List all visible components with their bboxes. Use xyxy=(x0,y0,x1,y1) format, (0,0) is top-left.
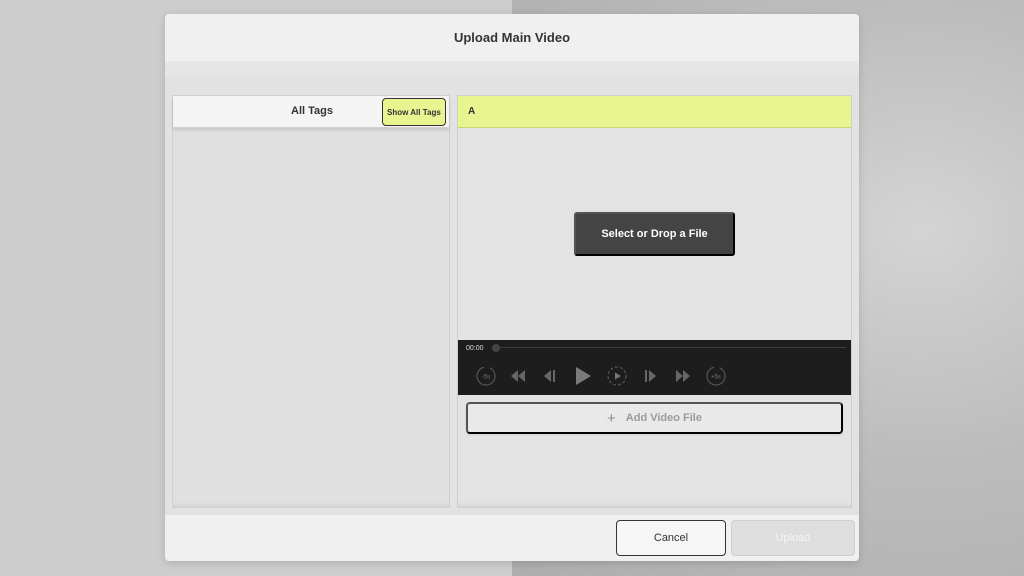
add-video-file-button[interactable]: + Add Video File xyxy=(466,402,843,434)
tags-panel: All Tags Show All Tags xyxy=(172,95,450,508)
scrub-track[interactable] xyxy=(494,347,846,348)
step-back-icon[interactable] xyxy=(538,364,562,388)
rewind-5s-icon[interactable]: -5s xyxy=(474,364,498,388)
forward-5s-label: +5s xyxy=(711,375,721,381)
tags-header: All Tags Show All Tags xyxy=(173,96,449,128)
step-forward-icon[interactable] xyxy=(638,364,662,388)
fast-rewind-icon[interactable] xyxy=(506,364,530,388)
upload-dialog: Upload Main Video All Tags Show All Tags… xyxy=(165,14,859,561)
scrub-handle[interactable] xyxy=(492,344,500,352)
show-all-tags-button[interactable]: Show All Tags xyxy=(382,98,446,126)
plus-icon: + xyxy=(607,409,616,427)
play-icon[interactable] xyxy=(571,364,595,388)
tags-panel-bottom-edge xyxy=(173,502,449,507)
dialog-header: Upload Main Video xyxy=(165,14,859,61)
slow-play-icon[interactable] xyxy=(605,364,629,388)
video-header: A xyxy=(458,96,851,128)
video-player-controls: 00:00 -5s +5s xyxy=(458,340,851,395)
video-panel-bottom-edge xyxy=(458,502,851,507)
add-video-file-label: Add Video File xyxy=(625,412,702,424)
upload-button[interactable]: Upload xyxy=(731,520,855,556)
dialog-subheader xyxy=(165,61,859,75)
playback-controls: -5s +5s xyxy=(458,364,851,388)
rewind-5s-label: -5s xyxy=(482,375,490,381)
video-panel: A Select or Drop a File 00:00 -5s +5s + … xyxy=(457,95,852,508)
dialog-footer: Cancel Upload xyxy=(165,515,859,561)
dialog-title: Upload Main Video xyxy=(453,30,571,45)
select-or-drop-file-button[interactable]: Select or Drop a File xyxy=(574,212,735,256)
video-angle-label: A xyxy=(468,106,476,117)
forward-5s-icon[interactable]: +5s xyxy=(704,364,728,388)
tags-title: All Tags xyxy=(291,105,333,117)
cancel-button[interactable]: Cancel xyxy=(616,520,726,556)
current-time: 00:00 xyxy=(466,345,484,352)
fast-forward-icon[interactable] xyxy=(671,364,695,388)
